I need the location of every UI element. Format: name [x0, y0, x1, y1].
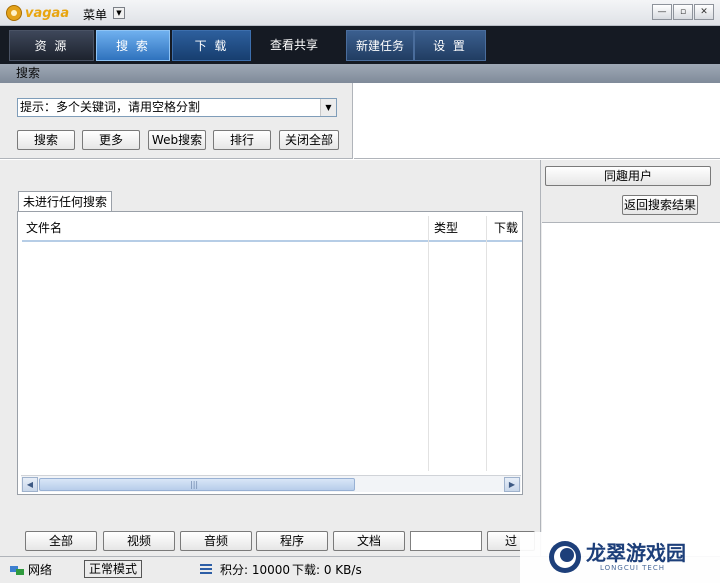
scroll-left-icon[interactable]: ◀ [22, 477, 38, 492]
grip-icon: ||| [190, 480, 199, 489]
tab-resources[interactable]: 资 源 [9, 30, 94, 61]
close-all-button[interactable]: 关闭全部 [279, 130, 339, 150]
network-status: 网络 [28, 563, 53, 577]
results-table-header: 文件名 类型 下载 [22, 216, 522, 242]
filter-document-button[interactable]: 文档 [333, 531, 405, 551]
title-bar: vagaa 菜单 ▼ — ▫ ✕ [0, 0, 720, 26]
menu-dropdown-icon[interactable]: ▼ [113, 7, 125, 19]
column-header-filename[interactable]: 文件名 [26, 216, 62, 240]
app-logo-icon [6, 5, 22, 21]
close-button[interactable]: ✕ [694, 4, 714, 20]
similar-users-list [542, 222, 720, 556]
app-logo: vagaa [6, 3, 69, 23]
tab-view-shared[interactable]: 查看共享 [254, 30, 334, 61]
chevron-down-icon[interactable]: ▼ [320, 99, 336, 116]
restore-button[interactable]: ▫ [673, 4, 693, 20]
tab-search[interactable]: 搜 索 [96, 30, 170, 61]
settings-button[interactable]: 设 置 [414, 30, 486, 61]
tab-download[interactable]: 下 载 [172, 30, 251, 61]
similar-users-button[interactable]: 同趣用户 [545, 166, 711, 186]
filter-video-button[interactable]: 视频 [103, 531, 175, 551]
search-button[interactable]: 搜索 [17, 130, 75, 150]
filter-program-button[interactable]: 程序 [256, 531, 328, 551]
result-tab[interactable]: 未进行任何搜索 [18, 191, 112, 212]
ranking-button[interactable]: 排行 [213, 130, 271, 150]
results-panel: 未进行任何搜索 文件名 类型 下载 ◀ ||| ▶ [0, 160, 540, 556]
file-type-filters: 全部 视频 音频 程序 文档 过 [0, 526, 540, 556]
search-info-area [354, 83, 720, 159]
download-speed-status: 下载: 0 KB/s [292, 563, 362, 577]
column-header-type[interactable]: 类型 [434, 216, 458, 240]
watermark: 龙翠游戏园 LONGCUI TECH [520, 532, 720, 583]
search-panel: 提示：多个关键词，请用空格分割 ▼ 搜索 更多 Web搜索 排行 关闭全部 [0, 83, 353, 159]
watermark-logo-icon [549, 541, 581, 573]
new-task-button[interactable]: 新建任务 [346, 30, 414, 61]
scrollbar-thumb[interactable]: ||| [39, 478, 355, 491]
more-button[interactable]: 更多 [82, 130, 140, 150]
filter-audio-button[interactable]: 音频 [180, 531, 252, 551]
search-input-hint: 提示：多个关键词，请用空格分割 [20, 100, 201, 114]
web-search-button[interactable]: Web搜索 [148, 130, 206, 150]
window-controls: — ▫ ✕ [651, 4, 714, 20]
mode-toggle[interactable]: 正常模式 [84, 560, 142, 578]
back-to-results-button[interactable]: 返回搜索结果 [622, 195, 698, 215]
main-menu-button[interactable]: 菜单 [83, 6, 107, 23]
app-logo-text: vagaa [25, 5, 70, 21]
main-nav: 资 源 搜 索 下 载 查看共享 新建任务 设 置 [0, 26, 720, 64]
stats-icon [200, 564, 212, 575]
points-status: 积分: 10000 [220, 563, 291, 577]
search-input[interactable]: 提示：多个关键词，请用空格分割 ▼ [17, 98, 337, 117]
network-icon [10, 566, 24, 575]
minimize-button[interactable]: — [652, 4, 672, 20]
scroll-right-icon[interactable]: ▶ [504, 477, 520, 492]
filter-input[interactable] [410, 531, 482, 551]
column-divider [486, 216, 487, 471]
section-title: 搜索 [0, 64, 720, 83]
watermark-subtext: LONGCUI TECH [600, 564, 665, 572]
horizontal-scrollbar[interactable]: ◀ ||| ▶ [21, 475, 521, 492]
similar-users-panel: 同趣用户 返回搜索结果 [540, 160, 720, 556]
watermark-text: 龙翠游戏园 [586, 541, 686, 565]
column-divider [428, 216, 429, 471]
filter-all-button[interactable]: 全部 [25, 531, 97, 551]
results-table: 文件名 类型 下载 ◀ ||| ▶ [17, 211, 523, 495]
column-header-download[interactable]: 下载 [494, 216, 518, 240]
